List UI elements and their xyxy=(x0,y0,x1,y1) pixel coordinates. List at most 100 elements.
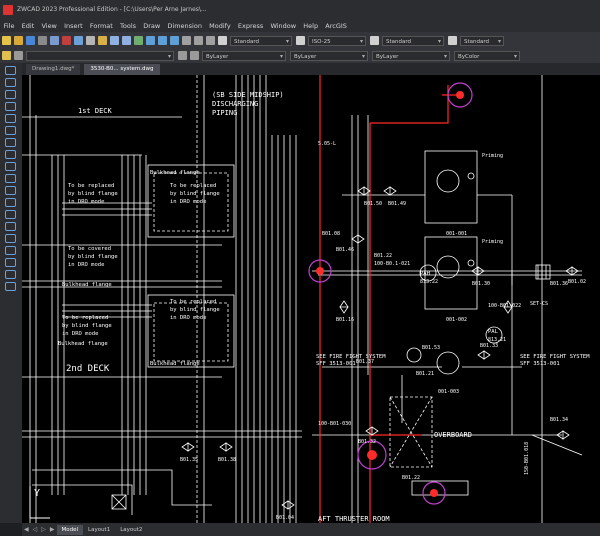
covered-label-3: in DRO mode xyxy=(68,262,104,268)
tab-model[interactable]: Model xyxy=(56,524,84,535)
menu-window[interactable]: Window xyxy=(267,22,300,30)
tag-22: B01.21 xyxy=(416,371,434,377)
rectangle-tool-icon[interactable] xyxy=(5,114,16,123)
menu-help[interactable]: Help xyxy=(300,22,322,30)
covered-label-1: To be covered xyxy=(68,246,111,252)
polygon-tool-icon[interactable] xyxy=(5,102,16,111)
make-block-tool-icon[interactable] xyxy=(5,210,16,219)
tab-layout2[interactable]: Layout2 xyxy=(115,525,147,535)
redo-icon[interactable] xyxy=(121,36,131,45)
next-tab-icon[interactable]: ▷ xyxy=(39,526,48,533)
linetype-select[interactable]: ByLayer xyxy=(290,50,368,61)
last-tab-icon[interactable]: ▶ xyxy=(48,526,57,533)
insert-block-tool-icon[interactable] xyxy=(5,198,16,207)
see-fire-2b: SFF 3513-001 xyxy=(520,361,560,367)
revcloud-tool-icon[interactable] xyxy=(5,150,16,159)
hatch-tool-icon[interactable] xyxy=(5,234,16,243)
doc-tab-drawing1[interactable]: Drawing1.dwg* xyxy=(26,64,81,75)
drawing-canvas[interactable]: 1st DECK 2nd DECK (SB SIDE MIDSHIP) DISC… xyxy=(22,75,600,523)
make-current-layer-icon[interactable] xyxy=(177,51,187,60)
plot-style-select[interactable]: ByColor xyxy=(454,50,520,61)
tag-14: B01.32 xyxy=(358,439,376,445)
pan-icon[interactable] xyxy=(133,36,143,45)
point-tool-icon[interactable] xyxy=(5,222,16,231)
design-center-icon[interactable] xyxy=(193,36,203,45)
arc-tool-icon[interactable] xyxy=(5,126,16,135)
replace-a-2: by blind flange xyxy=(170,191,220,197)
spline-tool-icon[interactable] xyxy=(5,162,16,171)
menu-insert[interactable]: Insert xyxy=(60,22,86,30)
undo-icon[interactable] xyxy=(109,36,119,45)
app-logo-icon xyxy=(3,4,13,15)
tag-12: B01.02 xyxy=(568,279,586,285)
mleader-style-select[interactable]: Standard xyxy=(460,35,504,46)
tag-25: B01.08 xyxy=(322,231,340,237)
doc-tab-system[interactable]: 3530-B0... system.dwg xyxy=(84,64,160,75)
gradient-tool-icon[interactable] xyxy=(5,246,16,255)
pal-label: PAL xyxy=(488,329,499,335)
tag-5: B01.50 xyxy=(364,201,382,207)
line-tool-icon[interactable] xyxy=(5,66,16,75)
menu-view[interactable]: View xyxy=(38,22,61,30)
menu-tools[interactable]: Tools xyxy=(116,22,139,30)
paste-icon[interactable] xyxy=(85,36,95,45)
table-style-select[interactable]: Standard xyxy=(382,35,444,46)
preview-icon[interactable] xyxy=(49,36,59,45)
prev-tab-icon[interactable]: ◁ xyxy=(31,526,40,533)
layer-state-icon[interactable] xyxy=(13,51,23,60)
menu-draw[interactable]: Draw xyxy=(140,22,164,30)
copy-icon[interactable] xyxy=(73,36,83,45)
previous-layer-icon[interactable] xyxy=(189,51,199,60)
cad-drawing: 1st DECK 2nd DECK (SB SIDE MIDSHIP) DISC… xyxy=(22,75,590,523)
table-tool-icon[interactable] xyxy=(5,270,16,279)
menu-arcgis[interactable]: ArcGIS xyxy=(322,22,351,30)
tab-layout1[interactable]: Layout1 xyxy=(83,525,115,535)
region-tool-icon[interactable] xyxy=(5,258,16,267)
new-icon[interactable] xyxy=(1,36,11,45)
lineweight-select[interactable]: ByLayer xyxy=(372,50,450,61)
color-select[interactable]: ByLayer xyxy=(202,50,286,61)
first-tab-icon[interactable]: ◀ xyxy=(22,526,31,533)
title-bar: ZWCAD 2023 Professional Edition - [C:\Us… xyxy=(0,0,600,19)
menu-edit[interactable]: Edit xyxy=(18,22,38,30)
zoom-previous-icon[interactable] xyxy=(169,36,179,45)
ellipse-arc-tool-icon[interactable] xyxy=(5,186,16,195)
tag-19: B01.22 xyxy=(402,475,420,481)
replace-a-3: in DRO mode xyxy=(170,199,206,205)
layer-manager-icon[interactable] xyxy=(1,51,11,60)
menu-express[interactable]: Express xyxy=(234,22,267,30)
save-icon[interactable] xyxy=(25,36,35,45)
header-line3: PIPING xyxy=(212,109,237,117)
ellipse-tool-icon[interactable] xyxy=(5,174,16,183)
tag-17: B01.38 xyxy=(218,457,236,463)
print-icon[interactable] xyxy=(37,36,47,45)
replace-b-2: by blind flange xyxy=(170,307,220,313)
polyline-tool-icon[interactable] xyxy=(5,90,16,99)
menu-format[interactable]: Format xyxy=(86,22,116,30)
thruster-room-label: AFT THRUSTER ROOM xyxy=(318,515,390,523)
tag-21: B01.37 xyxy=(356,359,374,365)
cut-icon[interactable] xyxy=(61,36,71,45)
tag-23: B01.22 xyxy=(374,253,392,259)
bulkhead-label-1: Bulkhead flange xyxy=(150,170,200,176)
text-style-select[interactable]: Standard xyxy=(230,35,292,46)
menu-file[interactable]: File xyxy=(0,22,18,30)
ucs-y-label: Y xyxy=(34,488,40,499)
zoom-window-icon[interactable] xyxy=(157,36,167,45)
tag-26: B01.36 xyxy=(550,281,568,287)
layer-select[interactable] xyxy=(26,50,174,61)
menu-bar: File Edit View Insert Format Tools Draw … xyxy=(0,19,600,32)
xline-tool-icon[interactable] xyxy=(5,78,16,87)
zoom-icon[interactable] xyxy=(145,36,155,45)
menu-dimension[interactable]: Dimension xyxy=(164,22,206,30)
match-properties-icon[interactable] xyxy=(97,36,107,45)
open-icon[interactable] xyxy=(13,36,23,45)
mtext-tool-icon[interactable] xyxy=(5,282,16,291)
circle-tool-icon[interactable] xyxy=(5,138,16,147)
properties-icon[interactable] xyxy=(181,36,191,45)
menu-modify[interactable]: Modify xyxy=(206,22,235,30)
table-style-icon xyxy=(369,36,379,45)
dim-style-select[interactable]: ISO-25 xyxy=(308,35,366,46)
deck1-label: 1st DECK xyxy=(78,107,113,115)
tool-palette-icon[interactable] xyxy=(205,36,215,45)
